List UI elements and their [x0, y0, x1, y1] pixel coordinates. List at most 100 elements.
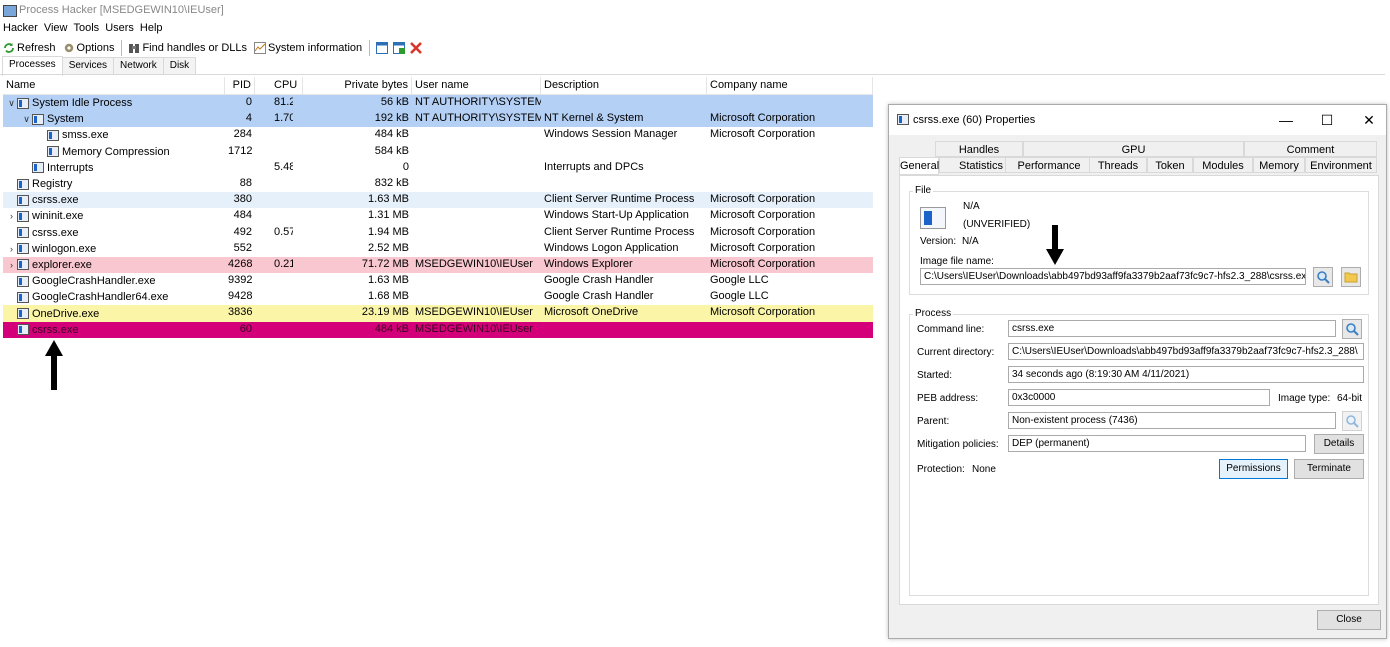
- table-row[interactable]: smss.exe 284 484 kB Windows Session Manager…: [3, 127, 873, 144]
- window-green-icon[interactable]: [393, 42, 406, 54]
- process-icon: [17, 243, 29, 255]
- close-button[interactable]: Close: [1317, 610, 1381, 630]
- table-row[interactable]: ∨ System Idle Process 0 81.20 56 kB NT AUTHOR…: [3, 95, 873, 112]
- process-name-cell: OneDrive.exe: [3, 305, 225, 321]
- peb-address-field[interactable]: 0x3c0000: [1008, 389, 1270, 406]
- expand-chevron-icon[interactable]: ∨: [21, 114, 32, 125]
- expand-chevron-icon[interactable]: ›: [6, 211, 17, 221]
- table-row[interactable]: › wininit.exe 484 1.31 MB Windows Start-Up A…: [3, 208, 873, 225]
- command-line-field[interactable]: csrss.exe: [1008, 320, 1336, 337]
- process-pid: 484: [233, 209, 252, 222]
- process-description: Client Server Runtime Process: [544, 193, 695, 206]
- window-icon[interactable]: [376, 42, 389, 54]
- find-handles-button[interactable]: Find handles or DLLs: [125, 42, 247, 54]
- tab-comment[interactable]: Comment: [1244, 141, 1377, 157]
- tab-processes[interactable]: Processes: [2, 56, 63, 76]
- inspect-image-button[interactable]: [1313, 267, 1333, 287]
- image-file-field[interactable]: C:\Users\IEUser\Downloads\abb497bd93aff9…: [920, 268, 1306, 285]
- col-private-bytes[interactable]: Private bytes: [303, 77, 412, 94]
- table-row[interactable]: GoogleCrashHandler64.exe 9428 1.68 MB Googl…: [3, 289, 873, 306]
- system-information-button[interactable]: System information: [251, 42, 362, 54]
- expand-chevron-icon[interactable]: ›: [6, 260, 17, 270]
- magnifier-icon: [1317, 271, 1330, 284]
- col-user-name[interactable]: User name: [412, 77, 541, 94]
- tab-gpu[interactable]: GPU: [1023, 141, 1244, 157]
- tab-disk[interactable]: Disk: [162, 57, 197, 74]
- tab-environment[interactable]: Environment: [1305, 157, 1377, 173]
- table-row[interactable]: csrss.exe 60 484 kB MSEDGEWIN10\IEUser: [3, 321, 873, 338]
- table-row[interactable]: csrss.exe 380 1.63 MB Client Server Runtime…: [3, 192, 873, 209]
- mitigation-policies-field[interactable]: DEP (permanent): [1008, 435, 1306, 452]
- inspect-parent-button[interactable]: [1342, 411, 1362, 431]
- process-name: smss.exe: [62, 129, 109, 142]
- process-private-bytes: 832 kB: [374, 176, 409, 189]
- process-icon: [17, 275, 29, 287]
- refresh-button[interactable]: Refresh: [0, 42, 56, 54]
- process-company: [707, 144, 873, 160]
- table-row[interactable]: › explorer.exe 4268 0.21 71.72 MB MSEDGEWIN10…: [3, 256, 873, 274]
- process-private-bytes: 2.52 MB: [368, 241, 409, 254]
- table-row[interactable]: Registry 88 832 kB: [3, 175, 873, 193]
- process-cpu: [255, 127, 293, 143]
- details-button[interactable]: Details: [1314, 434, 1364, 454]
- process-company: Google LLC: [710, 274, 769, 287]
- tab-general[interactable]: General: [899, 157, 939, 175]
- table-row[interactable]: csrss.exe 492 0.57 1.94 MB Client Server Run…: [3, 224, 873, 241]
- process-private-bytes: 1.63 MB: [368, 193, 409, 206]
- tab-threads[interactable]: Threads: [1089, 157, 1147, 173]
- expand-chevron-icon[interactable]: ∨: [6, 98, 17, 109]
- tab-handles[interactable]: Handles: [935, 141, 1023, 157]
- tab-network[interactable]: Network: [113, 57, 164, 74]
- expand-chevron-icon[interactable]: ›: [6, 244, 17, 254]
- close-red-icon[interactable]: [410, 42, 423, 54]
- process-user: MSEDGEWIN10\IEUser: [415, 322, 533, 335]
- process-icon: [17, 97, 29, 109]
- tab-performance[interactable]: Performance: [1005, 157, 1093, 173]
- process-user: [412, 160, 541, 176]
- tab-services[interactable]: Services: [61, 57, 115, 74]
- col-company-name[interactable]: Company name: [707, 77, 873, 94]
- open-folder-button[interactable]: [1341, 267, 1361, 287]
- inspect-command-button[interactable]: [1342, 319, 1362, 339]
- find-handles-label: Find handles or DLLs: [142, 42, 248, 54]
- table-row[interactable]: OneDrive.exe 3836 23.19 MB MSEDGEWIN10\IEUs…: [3, 305, 873, 322]
- parent-field[interactable]: Non-existent process (7436): [1008, 412, 1336, 429]
- menu-users[interactable]: Users: [105, 22, 134, 34]
- process-private-bytes: 71.72 MB: [361, 257, 409, 270]
- menu-tools[interactable]: Tools: [74, 22, 100, 34]
- process-private-bytes: 192 kB: [374, 112, 409, 125]
- permissions-button[interactable]: Permissions: [1219, 459, 1288, 479]
- tab-modules[interactable]: Modules: [1193, 157, 1253, 173]
- maximize-button[interactable]: ☐: [1312, 110, 1342, 130]
- process-icon: [32, 162, 44, 174]
- tab-memory[interactable]: Memory: [1253, 157, 1305, 173]
- table-row[interactable]: Memory Compression 1712 584 kB: [3, 143, 873, 160]
- process-name: csrss.exe: [32, 226, 79, 239]
- close-window-button[interactable]: ✕: [1354, 110, 1384, 130]
- terminate-button[interactable]: Terminate: [1294, 459, 1364, 479]
- menu-hacker[interactable]: Hacker: [3, 22, 38, 34]
- col-name[interactable]: Name: [3, 77, 225, 94]
- options-button[interactable]: Options: [60, 42, 115, 54]
- menu-help[interactable]: Help: [140, 22, 163, 34]
- minimize-button[interactable]: —: [1271, 110, 1301, 130]
- process-icon: [17, 324, 29, 336]
- process-name-cell: ∨ System: [3, 111, 225, 127]
- properties-dialog: csrss.exe (60) Properties — ☐ ✕ Handles …: [888, 104, 1387, 639]
- table-row[interactable]: › winlogon.exe 552 2.52 MB Windows Logon App…: [3, 240, 873, 257]
- table-row[interactable]: GoogleCrashHandler.exe 9392 1.63 MB Google …: [3, 273, 873, 290]
- current-directory-field[interactable]: C:\Users\IEUser\Downloads\abb497bd93aff9…: [1008, 343, 1364, 360]
- col-cpu[interactable]: CPU: [255, 77, 303, 94]
- command-line-label: Command line:: [917, 324, 985, 335]
- process-pid: 60: [239, 322, 252, 335]
- table-row[interactable]: Interrupts 5.48 0 Interrupts and DPCs: [3, 159, 873, 176]
- col-pid[interactable]: PID: [225, 77, 255, 94]
- refresh-icon: [4, 43, 14, 53]
- process-name: GoogleCrashHandler.exe: [32, 275, 156, 288]
- tab-token[interactable]: Token: [1147, 157, 1193, 173]
- options-label: Options: [76, 42, 115, 54]
- col-description[interactable]: Description: [541, 77, 707, 94]
- menu-view[interactable]: View: [44, 22, 68, 34]
- table-row[interactable]: ∨ System 4 1.70 192 kB NT AUTHORITY\SYSTEM NT …: [3, 111, 873, 128]
- started-field[interactable]: 34 seconds ago (8:19:30 AM 4/11/2021): [1008, 366, 1364, 383]
